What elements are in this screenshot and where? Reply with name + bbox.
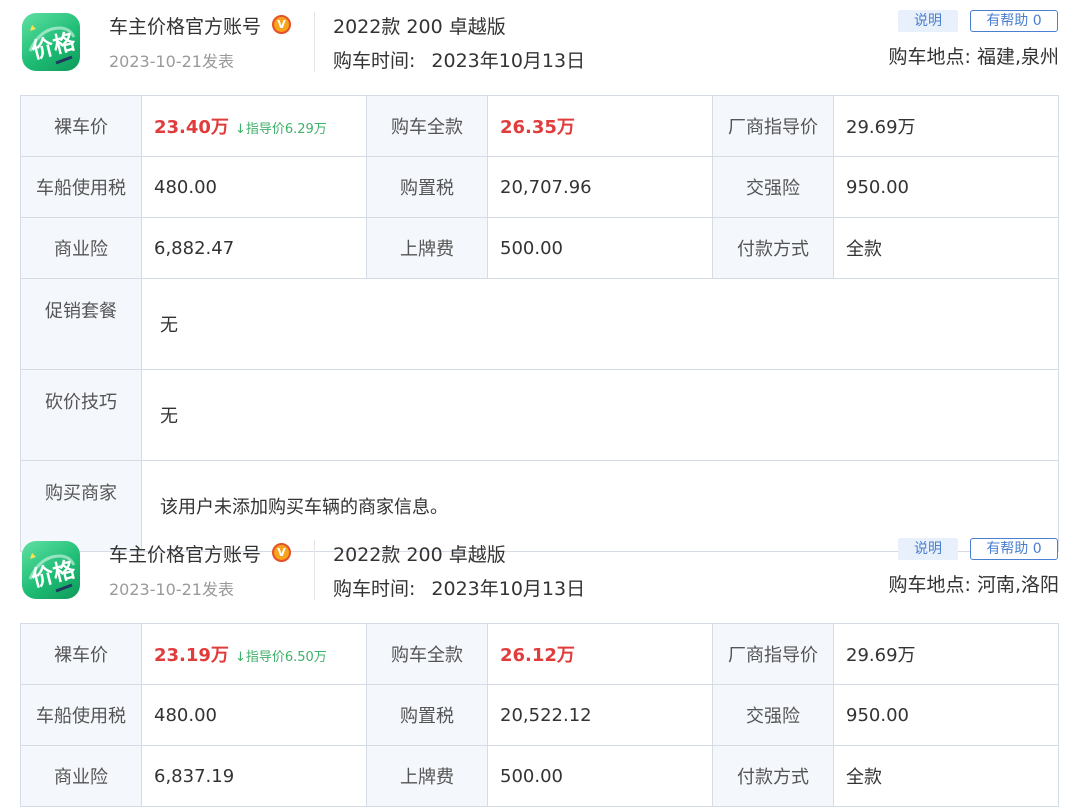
purchase-location: 购车地点: 福建,泉州 <box>888 46 1059 68</box>
svg-text:价格: 价格 <box>29 556 79 592</box>
car-model[interactable]: 2022款 200 卓越版 <box>333 12 506 39</box>
author-name[interactable]: 车主价格官方账号 <box>109 540 261 567</box>
bargain-tips-label: 砍价技巧 <box>20 369 142 461</box>
total-price-value: 26.35万 <box>487 95 713 157</box>
purchase-tax-label: 购置税 <box>366 684 488 746</box>
plate-fee-value: 500.00 <box>487 217 713 279</box>
vessel-tax-value: 480.00 <box>141 684 367 746</box>
table-row: 砍价技巧 无 <box>20 369 1059 461</box>
author-name[interactable]: 车主价格官方账号 <box>109 12 261 39</box>
vessel-tax-label: 车船使用税 <box>20 684 142 746</box>
purchase-date-value: 2023年10月13日 <box>431 50 586 72</box>
total-price-label: 购车全款 <box>366 623 488 685</box>
msrp-value: 29.69万 <box>833 95 1059 157</box>
bare-price-value: 23.19万 <box>154 645 229 666</box>
purchase-date: 购车时间: 2023年10月13日 <box>333 46 585 73</box>
helpful-button[interactable]: 有帮助 0 <box>970 10 1058 32</box>
price-table: 裸车价 23.40万 ↓指导价6.29万 购车全款 26.35万 厂商指导价 29… <box>20 95 1059 552</box>
purchase-date-label: 购车时间: <box>333 578 416 600</box>
msrp-label: 厂商指导价 <box>712 623 834 685</box>
table-row: 裸车价 23.40万 ↓指导价6.29万 购车全款 26.35万 厂商指导价 29… <box>20 95 1059 157</box>
post-time: 2023-10-21发表 <box>109 52 234 71</box>
guide-price-diff: ↓指导价6.29万 <box>234 122 327 137</box>
plate-fee-value: 500.00 <box>487 745 713 807</box>
bare-price-value: 23.40万 <box>154 117 229 138</box>
car-model[interactable]: 2022款 200 卓越版 <box>333 540 506 567</box>
bare-price-label: 裸车价 <box>20 623 142 685</box>
table-row: 商业险 6,837.19 上牌费 500.00 付款方式 全款 <box>20 745 1059 807</box>
price-logo-icon[interactable]: 价格 <box>22 541 80 599</box>
helpful-button[interactable]: 有帮助 0 <box>970 538 1058 560</box>
msrp-value: 29.69万 <box>833 623 1059 685</box>
price-logo-icon[interactable]: 价格 <box>22 13 80 71</box>
price-post-1: 价格 车主价格官方账号 V 2023-10-21发表 2022款 200 卓越版… <box>0 0 1080 552</box>
commercial-insurance-label: 商业险 <box>20 217 142 279</box>
plate-fee-label: 上牌费 <box>366 217 488 279</box>
post-header: 价格 车主价格官方账号 V 2023-10-21发表 2022款 200 卓越版… <box>0 0 1080 95</box>
purchase-date-label: 购车时间: <box>333 50 416 72</box>
table-row: 促销套餐 无 <box>20 278 1059 370</box>
price-table: 裸车价 23.19万 ↓指导价6.50万 购车全款 26.12万 厂商指导价 29… <box>20 623 1059 807</box>
table-row: 商业险 6,882.47 上牌费 500.00 付款方式 全款 <box>20 217 1059 279</box>
vessel-tax-value: 480.00 <box>141 156 367 218</box>
promo-label: 促销套餐 <box>20 278 142 370</box>
explain-button[interactable]: 说明 <box>898 538 958 560</box>
explain-button[interactable]: 说明 <box>898 10 958 32</box>
payment-method-value: 全款 <box>833 745 1059 807</box>
commercial-insurance-label: 商业险 <box>20 745 142 807</box>
compulsory-insurance-label: 交强险 <box>712 684 834 746</box>
compulsory-insurance-value: 950.00 <box>833 156 1059 218</box>
commercial-insurance-value: 6,837.19 <box>141 745 367 807</box>
plate-fee-label: 上牌费 <box>366 745 488 807</box>
vessel-tax-label: 车船使用税 <box>20 156 142 218</box>
compulsory-insurance-label: 交强险 <box>712 156 834 218</box>
verified-v-icon: V <box>272 543 291 562</box>
purchase-date-value: 2023年10月13日 <box>431 578 586 600</box>
post-time: 2023-10-21发表 <box>109 580 234 599</box>
header-divider <box>314 12 315 72</box>
table-row: 裸车价 23.19万 ↓指导价6.50万 购车全款 26.12万 厂商指导价 29… <box>20 623 1059 685</box>
purchase-tax-value: 20,522.12 <box>487 684 713 746</box>
payment-method-label: 付款方式 <box>712 745 834 807</box>
msrp-label: 厂商指导价 <box>712 95 834 157</box>
guide-price-diff: ↓指导价6.50万 <box>234 650 327 665</box>
table-row: 车船使用税 480.00 购置税 20,522.12 交强险 950.00 <box>20 684 1059 746</box>
header-divider <box>314 540 315 600</box>
total-price-label: 购车全款 <box>366 95 488 157</box>
commercial-insurance-value: 6,882.47 <box>141 217 367 279</box>
svg-text:价格: 价格 <box>29 28 79 64</box>
price-post-2: 价格 车主价格官方账号 V 2023-10-21发表 2022款 200 卓越版… <box>0 528 1080 807</box>
bare-price-cell: 23.19万 ↓指导价6.50万 <box>141 623 367 685</box>
purchase-tax-value: 20,707.96 <box>487 156 713 218</box>
total-price-value: 26.12万 <box>487 623 713 685</box>
purchase-location: 购车地点: 河南,洛阳 <box>888 574 1059 596</box>
payment-method-label: 付款方式 <box>712 217 834 279</box>
promo-value: 无 <box>141 278 1059 370</box>
bare-price-label: 裸车价 <box>20 95 142 157</box>
bargain-tips-value: 无 <box>141 369 1059 461</box>
verified-v-icon: V <box>272 15 291 34</box>
bare-price-cell: 23.40万 ↓指导价6.29万 <box>141 95 367 157</box>
payment-method-value: 全款 <box>833 217 1059 279</box>
purchase-date: 购车时间: 2023年10月13日 <box>333 574 585 601</box>
table-row: 车船使用税 480.00 购置税 20,707.96 交强险 950.00 <box>20 156 1059 218</box>
post-header: 价格 车主价格官方账号 V 2023-10-21发表 2022款 200 卓越版… <box>0 528 1080 623</box>
compulsory-insurance-value: 950.00 <box>833 684 1059 746</box>
purchase-tax-label: 购置税 <box>366 156 488 218</box>
